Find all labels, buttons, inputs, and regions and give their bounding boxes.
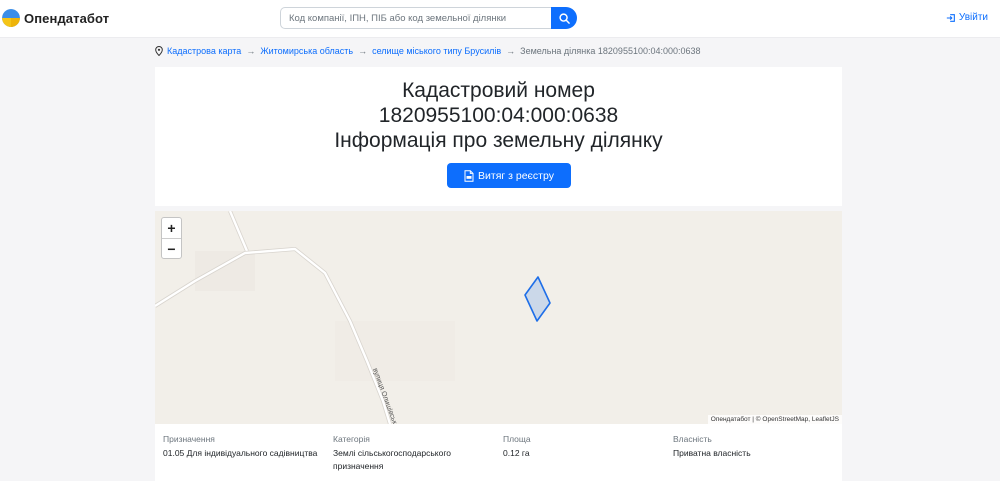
login-label: Увійти <box>958 12 988 23</box>
cadastral-map[interactable]: вулиця Олишівська + − Опендатабот | © Op… <box>155 211 842 424</box>
map-pin-icon <box>155 46 163 56</box>
search-icon <box>558 12 570 24</box>
breadcrumb-separator: → <box>358 46 368 56</box>
breadcrumb-cadastral-map[interactable]: Кадастрова карта <box>167 46 241 56</box>
breadcrumb-current: Земельна ділянка 1820955100:04:000:0638 <box>520 46 701 56</box>
login-link[interactable]: Увійти <box>946 12 988 23</box>
title-line-1: Кадастровий номер <box>402 79 595 102</box>
info-purpose: Призначення 01.05 Для індивідуального са… <box>163 434 323 460</box>
info-label: Категорія <box>333 434 370 444</box>
registry-extract-button[interactable]: Витяг з реєстру <box>447 163 571 188</box>
map-tiles: вулиця Олишівська <box>155 211 842 424</box>
breadcrumb: Кадастрова карта → Житомирська область →… <box>155 46 701 56</box>
info-label: Власність <box>673 434 712 444</box>
info-ownership: Власність Приватна власність <box>673 434 833 460</box>
info-label: Площа <box>503 434 531 444</box>
login-icon <box>946 13 955 22</box>
brand-name: Опендатабот <box>24 10 110 26</box>
brand-logo[interactable]: Опендатабот <box>2 9 109 27</box>
title-line-3: Інформація про земельну ділянку <box>334 129 663 152</box>
search-input[interactable] <box>280 7 551 29</box>
breadcrumb-separator: → <box>506 46 516 56</box>
zoom-control: + − <box>161 217 182 259</box>
pdf-document-icon <box>464 169 474 182</box>
info-area: Площа 0.12 га <box>503 434 663 460</box>
info-value: 01.05 Для індивідуального садівництва <box>163 448 318 458</box>
breadcrumb-settlement[interactable]: селище міського типу Брусилів <box>372 46 501 56</box>
registry-extract-label: Витяг з реєстру <box>478 169 554 182</box>
breadcrumb-separator: → <box>246 46 256 56</box>
info-value: Землі сільськогосподарського призначення <box>333 448 451 471</box>
map-attribution[interactable]: Опендатабот | © OpenStreetMap, LeafletJS <box>707 415 842 424</box>
breadcrumb-region[interactable]: Житомирська область <box>260 46 353 56</box>
zoom-out-button[interactable]: − <box>162 238 181 258</box>
info-label: Призначення <box>163 434 215 444</box>
top-navbar: Опендатабот Увійти <box>0 0 1000 38</box>
search-bar <box>280 7 577 29</box>
page-title: Кадастровий номер 1820955100:04:000:0638… <box>155 67 842 153</box>
title-card: Кадастровий номер 1820955100:04:000:0638… <box>155 67 842 206</box>
zoom-in-button[interactable]: + <box>162 218 181 238</box>
parcel-info: Призначення 01.05 Для індивідуального са… <box>155 424 842 481</box>
info-value: 0.12 га <box>503 448 530 458</box>
info-category: Категорія Землі сільськогосподарського п… <box>333 434 493 473</box>
info-value: Приватна власність <box>673 448 751 458</box>
cadastral-number: 1820955100:04:000:0638 <box>378 104 619 127</box>
search-button[interactable] <box>551 7 577 29</box>
logo-icon <box>2 9 20 27</box>
